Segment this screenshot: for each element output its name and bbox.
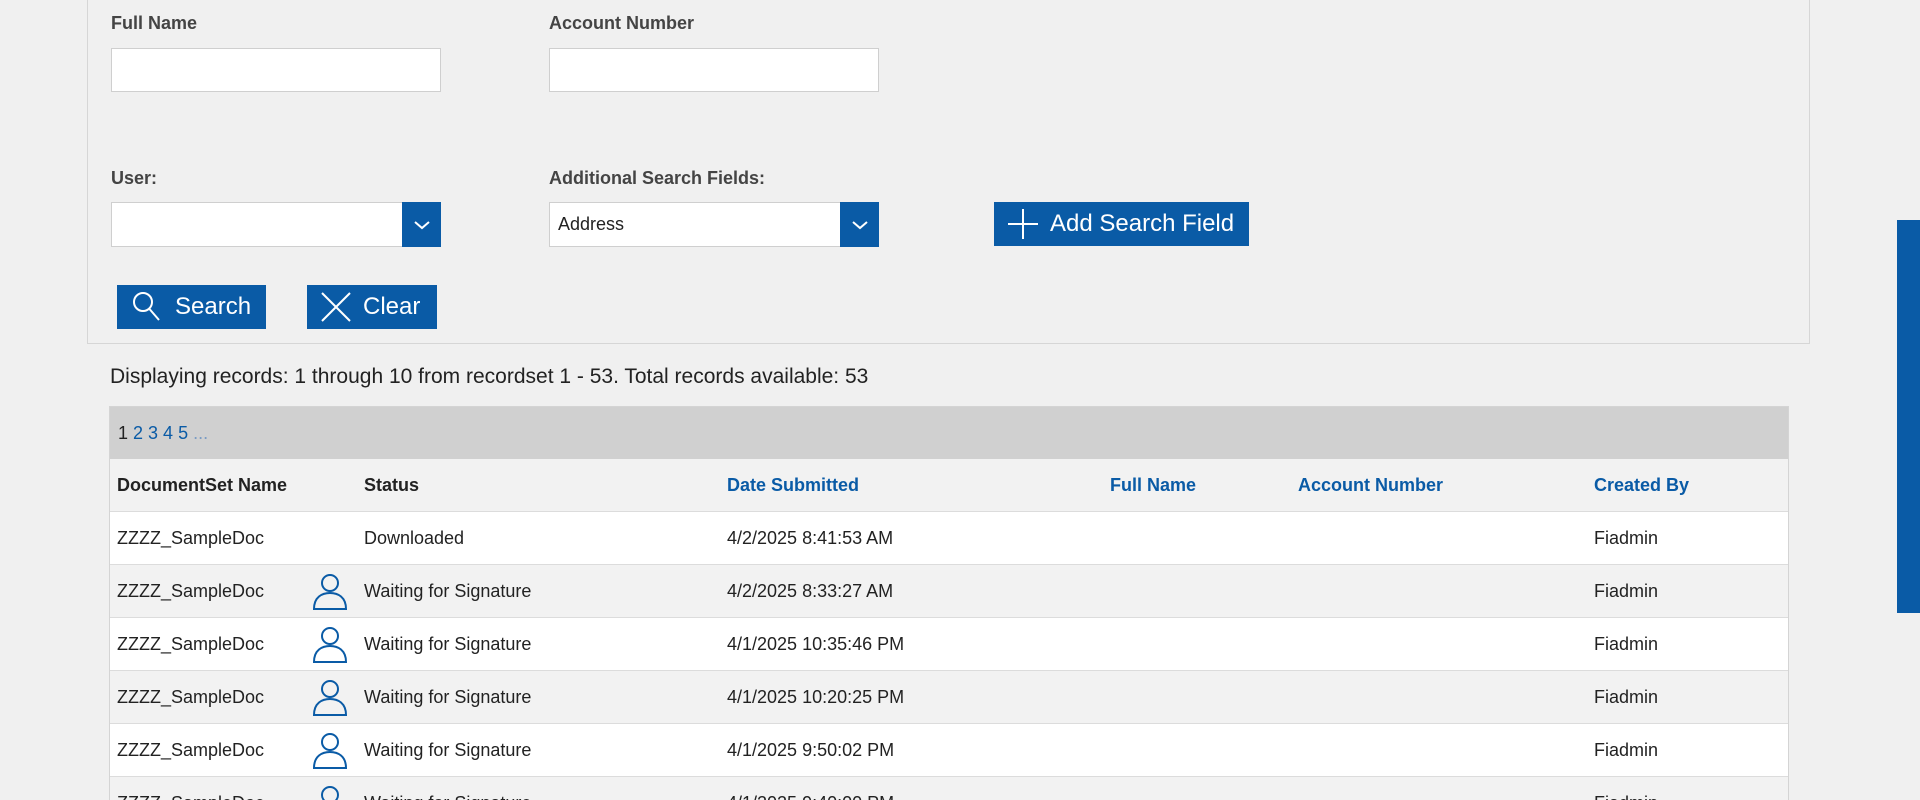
- table-row[interactable]: ZZZZ_SampleDoc Waiting for Signature 4/1…: [110, 618, 1788, 671]
- cell-date-submitted: 4/1/2025 10:20:25 PM: [727, 687, 905, 707]
- header-date-submitted[interactable]: Date Submitted: [727, 459, 859, 511]
- pager-page-link[interactable]: 3: [148, 423, 158, 444]
- cell-status: Downloaded: [364, 528, 465, 548]
- cell-documentset-name: ZZZZ_SampleDoc: [117, 634, 265, 654]
- additional-fields-value: Address: [558, 214, 625, 234]
- header-account-number[interactable]: Account Number: [1298, 459, 1443, 511]
- cell-status: Waiting for Signature: [364, 581, 532, 601]
- search-icon: [131, 290, 163, 324]
- full-name-label: Full Name: [111, 13, 198, 33]
- cell-documentset-name: ZZZZ_SampleDoc: [117, 740, 265, 760]
- plus-icon: [1006, 207, 1040, 241]
- scrollbar-thumb[interactable]: [1897, 220, 1920, 613]
- pager-page-link[interactable]: 2: [133, 423, 143, 444]
- close-icon: [319, 290, 353, 324]
- table-row[interactable]: ZZZZ_SampleDoc Waiting for Signature 4/1…: [110, 724, 1788, 777]
- user-label: User:: [111, 168, 158, 188]
- table-row[interactable]: ZZZZ_SampleDoc Downloaded 4/2/2025 8:41:…: [110, 512, 1788, 565]
- user-icon[interactable]: [310, 624, 350, 664]
- clear-button[interactable]: Clear: [307, 285, 437, 329]
- header-status: Status: [364, 475, 420, 495]
- additional-fields-label: Additional Search Fields:: [549, 168, 766, 188]
- chevron-down-icon[interactable]: [402, 202, 441, 247]
- user-icon[interactable]: [310, 783, 350, 800]
- user-icon[interactable]: [310, 571, 350, 611]
- pager-page-link[interactable]: 4: [163, 423, 173, 444]
- cell-date-submitted: 4/2/2025 8:41:53 AM: [727, 528, 894, 548]
- cell-date-submitted: 4/1/2025 9:40:00 PM: [727, 777, 894, 800]
- search-button[interactable]: Search: [117, 285, 266, 329]
- cell-created-by: Fiadmin: [1594, 634, 1659, 654]
- additional-fields-select[interactable]: Address: [549, 202, 879, 247]
- results-table: 1 2 3 4 5 ... DocumentSet Name Status Da…: [109, 406, 1789, 800]
- pager: 1 2 3 4 5 ...: [110, 407, 1788, 459]
- header-full-name[interactable]: Full Name: [1110, 459, 1196, 511]
- cell-documentset-name: ZZZZ_SampleDoc: [117, 777, 264, 800]
- cell-created-by: Fiadmin: [1594, 777, 1658, 800]
- cell-status: Waiting for Signature: [364, 687, 532, 707]
- cell-date-submitted: 4/1/2025 9:50:02 PM: [727, 740, 895, 760]
- cell-status: Waiting for Signature: [364, 634, 532, 654]
- account-number-label: Account Number: [549, 13, 695, 33]
- user-icon[interactable]: [310, 677, 350, 717]
- pager-current-page: 1: [118, 422, 129, 443]
- cell-created-by: Fiadmin: [1594, 740, 1659, 760]
- cell-documentset-name: ZZZZ_SampleDoc: [117, 528, 265, 548]
- search-panel: Full Name Account Number User: Additiona…: [87, 0, 1810, 344]
- table-row[interactable]: ZZZZ_SampleDoc Waiting for Signature 4/1…: [110, 777, 1788, 800]
- add-search-field-label: Add Search Field: [1050, 210, 1235, 237]
- cell-date-submitted: 4/2/2025 8:33:27 AM: [727, 581, 894, 601]
- records-info: Displaying records: 1 through 10 from re…: [110, 365, 869, 388]
- search-button-label: Search: [175, 293, 252, 320]
- pager-more-link[interactable]: ...: [193, 423, 208, 444]
- header-documentset-name: DocumentSet Name: [117, 475, 288, 495]
- pager-page-link[interactable]: 5: [178, 423, 188, 444]
- cell-created-by: Fiadmin: [1594, 528, 1659, 548]
- table-body: ZZZZ_SampleDoc Downloaded 4/2/2025 8:41:…: [110, 512, 1788, 800]
- cell-status: Waiting for Signature: [364, 777, 531, 800]
- user-icon[interactable]: [310, 730, 350, 770]
- table-header: DocumentSet Name Status Date Submitted F…: [110, 459, 1788, 512]
- cell-created-by: Fiadmin: [1594, 581, 1659, 601]
- clear-button-label: Clear: [363, 293, 421, 320]
- account-number-input[interactable]: [549, 48, 879, 92]
- cell-documentset-name: ZZZZ_SampleDoc: [117, 687, 265, 707]
- table-row[interactable]: ZZZZ_SampleDoc Waiting for Signature 4/2…: [110, 565, 1788, 618]
- cell-status: Waiting for Signature: [364, 740, 532, 760]
- table-row[interactable]: ZZZZ_SampleDoc Waiting for Signature 4/1…: [110, 671, 1788, 724]
- cell-date-submitted: 4/1/2025 10:35:46 PM: [727, 634, 905, 654]
- user-select[interactable]: [111, 202, 441, 247]
- header-created-by[interactable]: Created By: [1594, 459, 1689, 511]
- cell-created-by: Fiadmin: [1594, 687, 1659, 707]
- chevron-down-icon[interactable]: [840, 202, 879, 247]
- full-name-input[interactable]: [111, 48, 441, 92]
- cell-documentset-name: ZZZZ_SampleDoc: [117, 581, 265, 601]
- add-search-field-button[interactable]: Add Search Field: [994, 202, 1249, 246]
